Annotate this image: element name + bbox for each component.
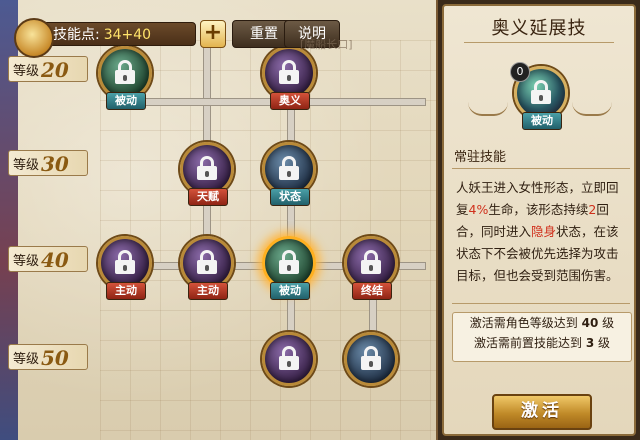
skill-node-selected[interactable]: 被动	[262, 236, 316, 300]
skill-tag: 状态	[270, 188, 310, 206]
skill-tag: 终结	[352, 282, 392, 300]
divider	[464, 42, 614, 43]
lock-icon	[115, 250, 135, 274]
lock-icon	[279, 156, 299, 180]
requirements-box: 激活需角色等级达到 40 级 激活需前置技能达到 3 级	[452, 312, 632, 362]
add-skill-points-button[interactable]: +	[200, 20, 226, 48]
skill-tag: 主动	[188, 282, 228, 300]
level-label-20: 等级 20	[8, 56, 88, 82]
skill-tag: 被动	[270, 282, 310, 300]
lock-icon	[197, 156, 217, 180]
activate-button[interactable]: 激活	[492, 394, 592, 430]
skill-node[interactable]: 被动	[98, 46, 152, 110]
skill-tag: 被动	[522, 112, 562, 130]
level-label-50: 等级 50	[8, 344, 88, 370]
left-swirl-decoration	[468, 102, 508, 116]
skill-tag: 被动	[106, 92, 146, 110]
lock-icon	[197, 250, 217, 274]
lock-icon	[115, 60, 135, 84]
skill-node[interactable]	[344, 332, 398, 396]
background-text: [魔船长口]	[300, 38, 353, 51]
skill-node[interactable]: 奥义	[262, 46, 316, 110]
skill-node[interactable]: 终结	[344, 236, 398, 300]
skill-tag: 主动	[106, 282, 146, 300]
lock-icon	[531, 80, 551, 104]
skill-node[interactable]	[262, 332, 316, 396]
top-bar: 技能点: 34+40 + 重置 说明	[14, 18, 434, 58]
lock-icon	[361, 346, 381, 370]
detail-title: 奥义延展技	[491, 18, 587, 39]
skill-description[interactable]: 人妖王进入女性形态，立即回复4%生命，该形态持续2回合，同时进入隐身状态，在该状…	[452, 168, 630, 304]
skill-type-label: 常驻技能	[454, 150, 507, 165]
selected-skill-icon: 0 被动	[510, 62, 568, 130]
right-swirl-decoration	[572, 102, 612, 116]
level-label-30: 等级 30	[8, 150, 88, 176]
skill-tree-panel: 等级 20 等级 30 等级 40 等级 50 被动 奥义 天赋 状态 主动 主动 被动	[0, 0, 439, 440]
skill-level-badge: 0	[510, 62, 530, 82]
lock-icon	[279, 346, 299, 370]
level-label-40: 等级 40	[8, 246, 88, 272]
avatar-icon	[14, 18, 54, 58]
skill-detail-panel: 奥义延展技 0 被动 常驻技能 人妖王进入女性形态，立即回复4%生命，该形态持续…	[438, 0, 640, 440]
lock-icon	[361, 250, 381, 274]
skill-points-display: 技能点: 34+40	[36, 22, 196, 46]
skill-node[interactable]: 主动	[98, 236, 152, 300]
lock-icon	[279, 60, 299, 84]
skill-node[interactable]: 状态	[262, 142, 316, 206]
skill-node[interactable]: 天赋	[180, 142, 234, 206]
skill-node[interactable]: 主动	[180, 236, 234, 300]
skill-tag: 天赋	[188, 188, 228, 206]
lock-icon	[279, 250, 299, 274]
skill-tag: 奥义	[270, 92, 310, 110]
